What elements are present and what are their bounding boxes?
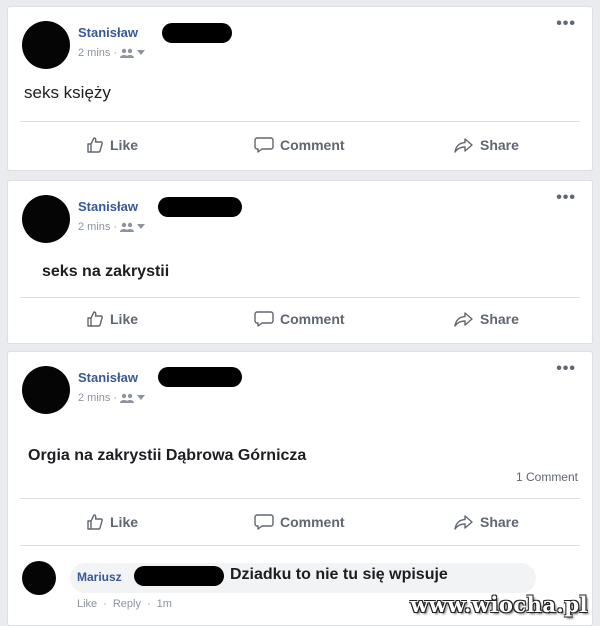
comment-bubble-icon	[254, 311, 274, 327]
redaction-bar	[134, 566, 224, 586]
share-button[interactable]: Share	[454, 130, 519, 160]
post-card: Stanisław 2 mins · ••• seks księży Like …	[7, 6, 593, 171]
comment-label: Comment	[280, 514, 345, 530]
comment-label: Comment	[280, 137, 345, 153]
post-card: Stanisław 2 mins · ••• seks na zakrystii…	[7, 180, 593, 344]
comment-bubble-icon	[254, 137, 274, 153]
separator-dot: ·	[113, 47, 118, 59]
separator-dot: ·	[103, 598, 107, 610]
chevron-down-icon[interactable]	[137, 224, 146, 230]
avatar[interactable]	[22, 195, 70, 243]
comment-actions: Like · Reply · 1m	[77, 598, 172, 610]
comment-bubble-icon	[254, 514, 274, 530]
post-author[interactable]: Stanisław	[78, 199, 138, 214]
post-actions: Like Comment Share	[8, 507, 592, 537]
comment-button[interactable]: Comment	[254, 304, 345, 334]
watermark: www.wiocha.pl	[410, 592, 588, 617]
share-label: Share	[480, 137, 519, 153]
redaction-bar	[162, 23, 232, 43]
divider	[20, 297, 580, 298]
comment-time[interactable]: 1m	[157, 598, 172, 610]
post-actions: Like Comment Share	[8, 130, 592, 160]
thumbs-up-icon	[87, 514, 103, 530]
separator-dot: ·	[113, 392, 118, 404]
post-text: Orgia na zakrystii Dąbrowa Górnicza	[28, 447, 307, 464]
post-meta: 2 mins ·	[78, 47, 146, 59]
share-arrow-icon	[454, 138, 473, 153]
post-author[interactable]: Stanisław	[78, 370, 138, 385]
post-author[interactable]: Stanisław	[78, 25, 138, 40]
share-label: Share	[480, 311, 519, 327]
share-button[interactable]: Share	[454, 304, 519, 334]
like-label: Like	[110, 514, 139, 530]
more-options-icon[interactable]: •••	[556, 361, 576, 377]
comment-reply-link[interactable]: Reply	[113, 598, 141, 610]
thumbs-up-icon	[87, 137, 103, 153]
avatar[interactable]	[22, 21, 70, 69]
like-button[interactable]: Like	[86, 507, 138, 537]
comment-text: Dziadku to nie tu się wpisuje	[230, 566, 448, 583]
post-time[interactable]: 2 mins	[78, 221, 110, 233]
post-meta: 2 mins ·	[78, 392, 146, 404]
comment-button[interactable]: Comment	[254, 507, 345, 537]
chevron-down-icon[interactable]	[137, 395, 146, 401]
post-time[interactable]: 2 mins	[78, 392, 110, 404]
like-label: Like	[110, 311, 139, 327]
comment-like-link[interactable]: Like	[77, 598, 97, 610]
more-options-icon[interactable]: •••	[556, 16, 576, 32]
post-time[interactable]: 2 mins	[78, 47, 110, 59]
comment-button[interactable]: Comment	[254, 130, 345, 160]
comment-count[interactable]: 1 Comment	[516, 470, 578, 484]
separator-dot: ·	[113, 221, 118, 233]
share-arrow-icon	[454, 515, 473, 530]
avatar[interactable]	[22, 366, 70, 414]
audience-friends-icon[interactable]	[120, 48, 135, 58]
post-card: Stanisław 2 mins · ••• Orgia na zakrysti…	[7, 351, 593, 626]
like-button[interactable]: Like	[86, 130, 138, 160]
post-meta: 2 mins ·	[78, 221, 146, 233]
redaction-bar	[158, 367, 242, 387]
post-text: seks księży	[24, 83, 111, 102]
separator-dot: ·	[146, 598, 151, 610]
post-actions: Like Comment Share	[8, 304, 592, 334]
divider	[20, 498, 580, 499]
like-label: Like	[110, 137, 139, 153]
share-button[interactable]: Share	[454, 507, 519, 537]
share-label: Share	[480, 514, 519, 530]
redaction-bar	[158, 197, 242, 217]
share-arrow-icon	[454, 312, 473, 327]
comment-label: Comment	[280, 311, 345, 327]
comment-author[interactable]: Mariusz	[77, 570, 122, 584]
audience-friends-icon[interactable]	[120, 393, 135, 403]
thumbs-up-icon	[87, 311, 103, 327]
like-button[interactable]: Like	[86, 304, 138, 334]
more-options-icon[interactable]: •••	[556, 190, 576, 206]
divider	[20, 545, 580, 546]
post-text: seks na zakrystii	[42, 263, 170, 280]
audience-friends-icon[interactable]	[120, 222, 135, 232]
divider	[20, 121, 580, 122]
comment-avatar[interactable]	[22, 561, 56, 595]
chevron-down-icon[interactable]	[137, 50, 146, 56]
